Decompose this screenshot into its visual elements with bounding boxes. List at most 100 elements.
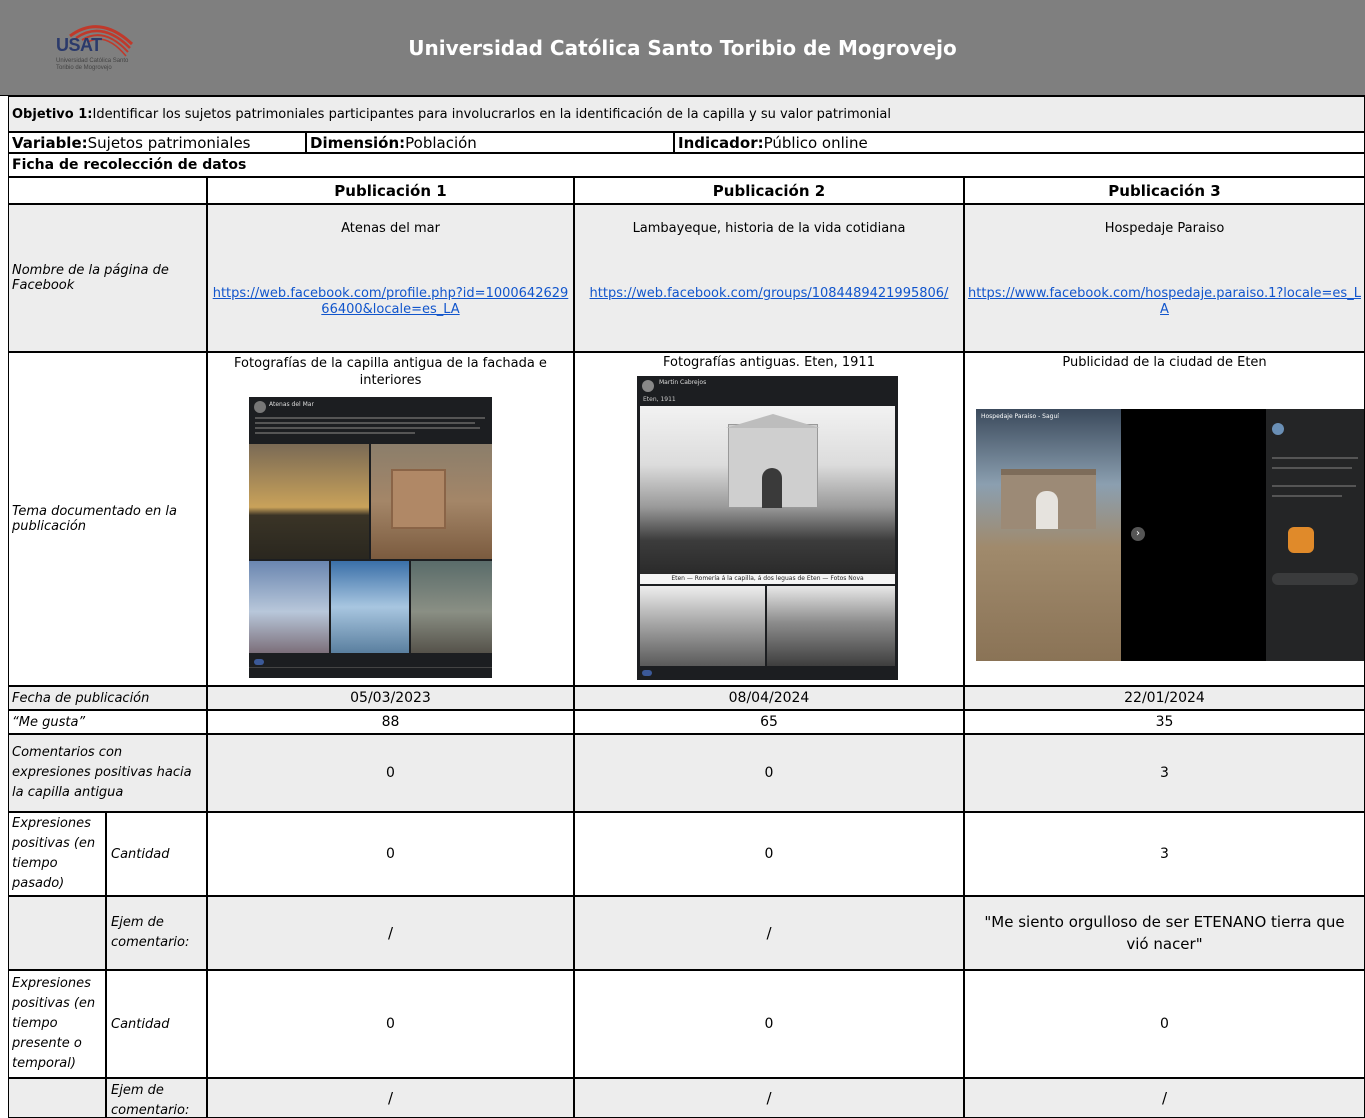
objective-row: Objetivo 1: Identificar los sujetos patr… [8,96,1365,132]
page-link-3[interactable]: https://www.facebook.com/hospedaje.parai… [968,286,1361,317]
label-present-example: Ejem de comentario: [106,1078,207,1118]
comment-line [1272,485,1356,487]
label-past-expressions: Expresiones positivas (en tiempo pasado) [8,812,106,896]
page-name-1: Atenas del mar [341,221,440,236]
form-title: Ficha de recolección de datos [8,153,1365,177]
comment-line [1272,467,1352,469]
post-text-line [255,432,415,434]
photo-chapel-ruins: Hospedaje Paraiso - Saguí [976,409,1121,661]
variable-cell: Variable: Sujetos patrimoniales [8,132,306,153]
variable-value: Sujetos patrimoniales [87,133,251,152]
label-page-name: Nombre de la página de Facebook [8,204,207,352]
post-text-line [255,427,480,429]
topic-cell-3: Publicidad de la ciudad de Eten Hospedaj… [964,352,1365,686]
photo-ruins [371,444,492,559]
objective-text: Identificar los sujetos patrimoniales pa… [92,106,892,122]
date-1: 05/03/2023 [207,686,574,710]
indicator-value: Público online [763,133,868,152]
reaction-icon [254,659,264,665]
topic-cell-2: Fotografías antiguas. Eten, 1911 Martin … [574,352,964,686]
present-example-1: / [207,1078,574,1118]
present-example-2: / [574,1078,964,1118]
page-link-1[interactable]: https://web.facebook.com/profile.php?id=… [213,286,569,317]
photo-bridge [640,586,765,666]
column-header-3: Publicación 3 [964,177,1365,204]
avatar [254,401,266,413]
present-quantity-3: 0 [964,970,1365,1078]
label-likes: “Me gusta” [8,710,207,734]
university-title: Universidad Católica Santo Toribio de Mo… [408,36,957,60]
label-date: Fecha de publicación [8,686,207,710]
label-present-quantity: Cantidad [106,970,207,1078]
caption-2: Eten — Romería á la capilla, á dos legua… [671,575,864,582]
page-name-cell-1: Atenas del mar https://web.facebook.com/… [207,204,574,352]
dimension-value: Población [405,133,477,152]
past-example-3: "Me siento orgulloso de ser ETENANO tier… [964,896,1365,970]
comment-input[interactable] [1272,573,1358,585]
past-quantity-3: 3 [964,812,1365,896]
sticker-icon [1288,527,1314,553]
photo-sunset [249,444,369,559]
likes-2: 65 [574,710,964,734]
page-tag-3: Hospedaje Paraiso - Saguí [981,413,1059,420]
reaction-icon [642,670,652,676]
positive-comments-3: 3 [964,734,1365,812]
present-example-blank [8,1078,106,1118]
page-name-cell-2: Lambayeque, historia de la vida cotidian… [574,204,964,352]
indicator-label: Indicador: [678,133,764,152]
caption-bar: Eten — Romería á la capilla, á dos legua… [640,574,895,584]
post-screenshot-2: Martin Cabrejos Eten, 1911 Eten — Romerí… [637,376,898,680]
label-past-example: Ejem de comentario: [106,896,207,970]
photo-interior [331,561,409,653]
logo-subtext: Universidad Católica Santo Toribio de Mo… [56,58,129,71]
topic-3: Publicidad de la ciudad de Eten [1062,355,1267,370]
past-example-2: / [574,896,964,970]
photo-crowd [767,586,895,666]
post-screenshot-1: Atenas del Mar [249,397,492,678]
topic-2: Fotografías antiguas. Eten, 1911 [663,355,875,370]
past-example-blank [8,896,106,970]
page-name-2: Lambayeque, historia de la vida cotidian… [632,221,906,236]
dimension-cell: Dimensión: Población [306,132,674,153]
post-text-line [255,422,475,424]
post-screenshot-3: Hospedaje Paraiso - Saguí › [976,409,1364,661]
present-example-3: / [964,1078,1365,1118]
likes-1: 88 [207,710,574,734]
comment-line [1272,457,1358,459]
past-example-1: / [207,896,574,970]
column-header-2: Publicación 2 [574,177,964,204]
photo-arch [411,561,492,653]
past-quantity-1: 0 [207,812,574,896]
label-present-expressions: Expresiones positivas (en tiempo present… [8,970,106,1078]
page-name-cell-3: Hospedaje Paraiso https://www.facebook.c… [964,204,1365,352]
dimension-label: Dimensión: [310,133,406,152]
date-3: 22/01/2024 [964,686,1365,710]
avatar [1272,423,1284,435]
label-topic: Tema documentado en la publicación [8,352,207,686]
column-header-1: Publicación 1 [207,177,574,204]
photo-old-chapel [640,406,895,574]
post-author-1: Atenas del Mar [269,401,314,408]
next-arrow-icon[interactable]: › [1131,527,1145,541]
comments-panel [1266,409,1364,661]
photo-chapel-far [249,561,329,653]
page-name-3: Hospedaje Paraiso [1104,221,1225,236]
positive-comments-2: 0 [574,734,964,812]
date-2: 08/04/2024 [574,686,964,710]
positive-comments-1: 0 [207,734,574,812]
label-past-quantity: Cantidad [106,812,207,896]
present-quantity-2: 0 [574,970,964,1078]
label-positive-comments: Comentarios con expresiones positivas ha… [8,734,207,812]
header-blank [8,177,207,204]
present-quantity-1: 0 [207,970,574,1078]
divider [249,667,492,668]
page-link-2[interactable]: https://web.facebook.com/groups/10844894… [590,286,949,301]
topic-1: Fotografías de la capilla antigua de la … [234,356,547,388]
post-date-2: Eten, 1911 [643,396,676,403]
likes-3: 35 [964,710,1365,734]
objective-label: Objetivo 1: [12,106,93,122]
post-text-line [255,417,485,419]
post-author-2: Martin Cabrejos [659,379,707,386]
past-quantity-2: 0 [574,812,964,896]
indicator-cell: Indicador: Público online [674,132,1365,153]
